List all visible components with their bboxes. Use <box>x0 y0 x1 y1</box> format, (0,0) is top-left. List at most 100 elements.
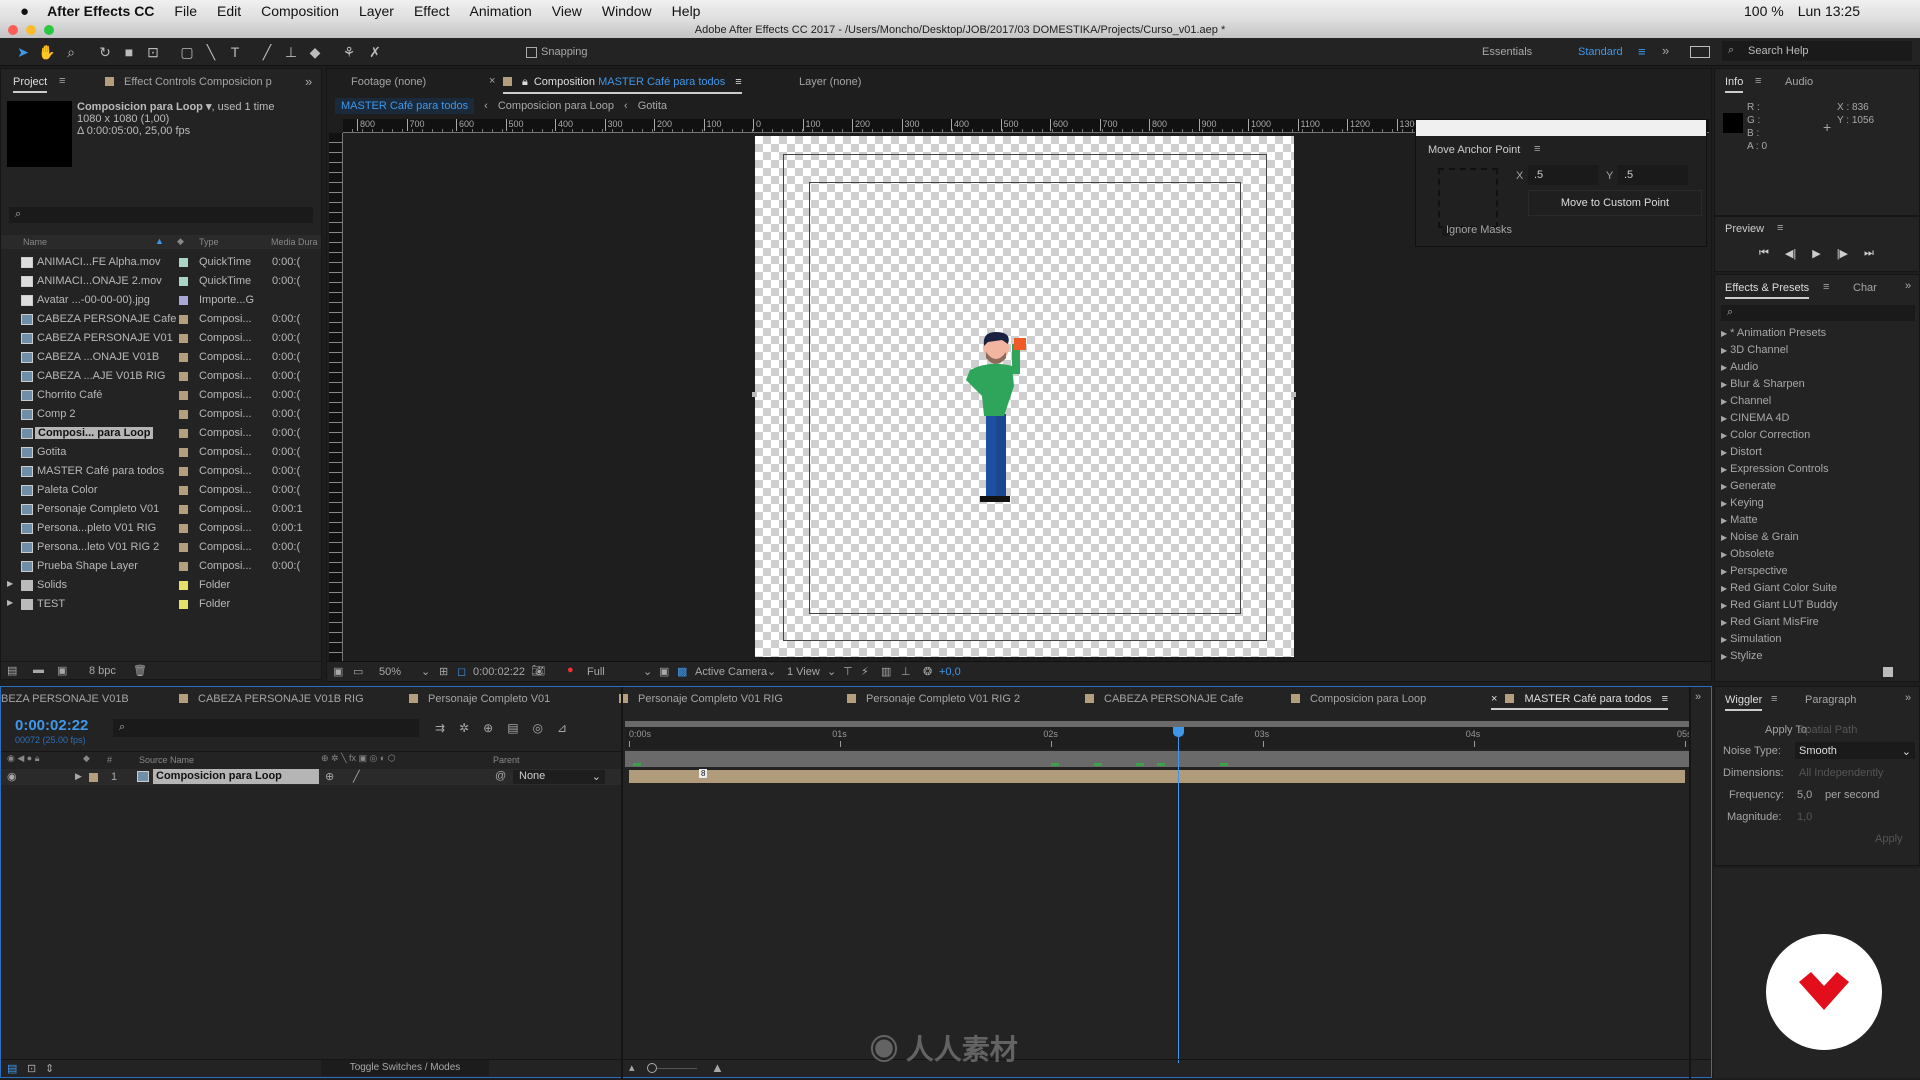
menu-layer[interactable]: Layer <box>359 3 394 19</box>
project-search-input[interactable]: ⌕ <box>9 207 313 223</box>
tab-effects-presets[interactable]: Effects & Presets <box>1725 282 1810 299</box>
composition-canvas[interactable] <box>752 136 1296 657</box>
x-input[interactable]: .5 <box>1528 165 1598 185</box>
collapse-transformations-icon[interactable]: ⊕ <box>325 770 334 783</box>
tab-composition[interactable]: 🔒︎ Composition MASTER Café para todos ≡ <box>503 76 742 94</box>
playhead-handle[interactable] <box>1173 727 1185 737</box>
breadcrumb-gotita[interactable]: Gotita <box>638 100 667 112</box>
overflow-chevron-icon[interactable]: » <box>1905 280 1911 292</box>
column-source-name[interactable]: Source Name <box>139 755 194 765</box>
overflow-chevron-icon[interactable]: » <box>305 74 312 89</box>
timeline-tab[interactable]: × MASTER Café para todos ≡ <box>1491 693 1669 710</box>
noise-type-dropdown[interactable]: Smooth ⌄ <box>1795 742 1915 759</box>
zoom-in-icon[interactable]: ▲ <box>711 1060 724 1075</box>
next-frame-icon[interactable]: |▶ <box>1837 247 1848 260</box>
label-swatch[interactable] <box>179 600 188 609</box>
breadcrumb-composicion[interactable]: Composicion para Loop <box>498 100 614 112</box>
timeline-current-time[interactable]: 0:00:02:22 <box>15 717 88 734</box>
project-item[interactable]: Paleta Color Composi... 0:00:( <box>1 481 311 500</box>
effect-category[interactable]: ▶ Color Correction <box>1721 429 1810 441</box>
tab-project[interactable]: Project <box>13 76 48 93</box>
effect-category[interactable]: ▶ Noise & Grain <box>1721 531 1799 543</box>
effect-category[interactable]: ▶ CINEMA 4D <box>1721 412 1789 424</box>
label-swatch[interactable] <box>179 315 188 324</box>
effect-category[interactable]: ▶ Red Giant MisFire <box>1721 616 1819 628</box>
timeline-tab[interactable]: Personaje Completo V01 RIG <box>619 693 783 705</box>
workspace-standard[interactable]: Standard <box>1578 46 1623 58</box>
timeline-icon[interactable]: ▥ <box>881 665 891 678</box>
menu-animation[interactable]: Animation <box>470 3 532 19</box>
lock-icon[interactable]: 🔒︎ <box>522 76 528 88</box>
layer-name[interactable]: Composicion para Loop <box>153 769 319 784</box>
label-swatch[interactable] <box>179 277 188 286</box>
snapping-checkbox[interactable] <box>526 47 537 58</box>
project-item[interactable]: Gotita Composi... 0:00:( <box>1 443 311 462</box>
timeline-tab[interactable]: Personaje Completo V01 <box>409 693 550 705</box>
project-item[interactable]: Comp 2 Composi... 0:00:( <box>1 405 311 424</box>
chevron-down-icon[interactable]: ⌄ <box>643 665 652 678</box>
floating-titlebar[interactable] <box>1416 120 1706 136</box>
label-swatch[interactable] <box>179 258 188 267</box>
panel-menu-icon[interactable]: ≡ <box>1662 693 1668 705</box>
eraser-tool-icon[interactable]: ◆ <box>306 43 324 61</box>
label-swatch[interactable] <box>179 505 188 514</box>
effect-category[interactable]: ▶ Perspective <box>1721 565 1788 577</box>
effect-category[interactable]: ▶ Simulation <box>1721 633 1782 645</box>
rectangle-tool-icon[interactable]: ▢ <box>178 43 196 61</box>
draft-3d-icon[interactable]: ✲ <box>459 721 469 735</box>
column-name[interactable]: Name <box>23 237 47 247</box>
selection-tool-icon[interactable]: ➤ <box>14 43 32 61</box>
project-item[interactable]: Avatar ...-00-00-00).jpg Importe...G <box>1 291 311 310</box>
bit-depth-button[interactable]: 8 bpc <box>89 665 116 677</box>
view-layout-dropdown[interactable]: 1 View <box>787 666 820 678</box>
project-item[interactable]: Chorrito Café Composi... 0:00:( <box>1 386 311 405</box>
label-swatch[interactable] <box>179 467 188 476</box>
label-swatch[interactable] <box>179 296 188 305</box>
workspace-menu-icon[interactable]: ≡ <box>1638 44 1646 59</box>
effect-category[interactable]: ▶ Channel <box>1721 395 1771 407</box>
project-item[interactable]: CABEZA ...ONAJE V01B Composi... 0:00:( <box>1 348 311 367</box>
flowchart-icon[interactable]: ⊥ <box>901 665 911 678</box>
project-item[interactable]: CABEZA PERSONAJE Cafe Composi... 0:00:( <box>1 310 311 329</box>
toggle-switches-modes-button[interactable]: Toggle Switches / Modes <box>321 1060 489 1076</box>
bounding-handle[interactable] <box>752 392 757 397</box>
clone-stamp-tool-icon[interactable]: ⊥ <box>282 43 300 61</box>
time-ruler[interactable]: 0:00s 01s 02s 03s 04s 05s <box>625 727 1692 749</box>
tab-effect-controls[interactable]: Effect Controls Composicion p <box>105 76 272 88</box>
rotate-tool-icon[interactable]: ↻ <box>96 43 114 61</box>
anchor-grid-icon[interactable] <box>1438 168 1498 228</box>
effect-category[interactable]: ▶ Keying <box>1721 497 1764 509</box>
effect-category[interactable]: ▶ Generate <box>1721 480 1776 492</box>
clock[interactable]: Lun 13:25 <box>1798 3 1860 19</box>
effect-category[interactable]: ▶ Red Giant LUT Buddy <box>1721 599 1838 611</box>
zoom-tool-icon[interactable]: ⌕ <box>62 43 80 61</box>
interpret-footage-icon[interactable]: ▤ <box>7 664 17 677</box>
project-item[interactable]: ANIMACI...ONAJE 2.mov QuickTime 0:00:( <box>1 272 311 291</box>
tab-footage[interactable]: Footage (none) <box>351 76 426 88</box>
effect-category[interactable]: ▶ Audio <box>1721 361 1758 373</box>
close-window-button[interactable] <box>8 25 18 35</box>
type-tool-icon[interactable]: T <box>226 43 244 61</box>
effect-category[interactable]: ▶ Matte <box>1721 514 1758 526</box>
previous-frame-icon[interactable]: ◀| <box>1785 247 1796 260</box>
exposure-value[interactable]: +0,0 <box>939 666 961 678</box>
parent-dropdown[interactable]: None ⌄ <box>513 770 605 784</box>
panel-menu-icon[interactable]: ≡ <box>1755 75 1761 87</box>
effect-category[interactable]: ▶ Expression Controls <box>1721 463 1829 475</box>
label-swatch[interactable] <box>179 486 188 495</box>
expand-triangle-icon[interactable]: ▶ <box>7 579 13 588</box>
play-icon[interactable]: ▶ <box>1812 247 1820 260</box>
hand-tool-icon[interactable]: ✋ <box>38 43 56 61</box>
always-preview-icon[interactable]: ▣ <box>333 665 343 678</box>
overflow-chevron-icon[interactable]: » <box>1905 692 1911 704</box>
zoom-out-icon[interactable]: ▴ <box>629 1061 635 1074</box>
menu-composition[interactable]: Composition <box>261 3 339 19</box>
timeline-tab[interactable]: CABEZA PERSONAJE Cafe <box>1085 693 1243 705</box>
tab-info[interactable]: Info <box>1725 76 1744 93</box>
project-item[interactable]: ▶ TEST Folder <box>1 595 311 614</box>
project-item[interactable]: CABEZA PERSONAJE V01 Composi... 0:00:( <box>1 329 311 348</box>
item-name[interactable]: Composicion para Loop ▾ <box>77 101 211 113</box>
menu-help[interactable]: Help <box>672 3 701 19</box>
new-preset-icon[interactable] <box>1883 667 1893 677</box>
first-frame-icon[interactable]: ⏮ <box>1759 247 1769 260</box>
